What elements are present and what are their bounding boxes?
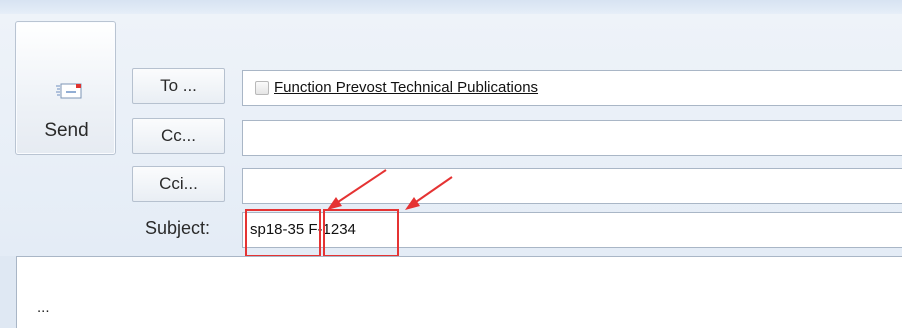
recipient-chip[interactable]: Function Prevost Technical Publications bbox=[255, 79, 538, 96]
recipient-name[interactable]: Function Prevost Technical Publications bbox=[274, 79, 538, 96]
send-label: Send bbox=[44, 120, 89, 141]
window-top-strip bbox=[0, 0, 902, 15]
cc-button[interactable]: Cc... bbox=[132, 118, 225, 154]
contact-card-icon bbox=[255, 80, 269, 95]
envelope-send-icon bbox=[56, 80, 82, 105]
to-button[interactable]: To ... bbox=[132, 68, 225, 104]
highlight-box-sp18-35 bbox=[245, 209, 321, 257]
bcc-field[interactable] bbox=[242, 168, 902, 204]
highlight-box-f-1234 bbox=[323, 209, 399, 257]
body-text: ... bbox=[37, 299, 50, 316]
to-field[interactable]: Function Prevost Technical Publications bbox=[242, 70, 902, 106]
bcc-button[interactable]: Cci... bbox=[132, 166, 225, 202]
message-body[interactable]: ... bbox=[16, 256, 902, 328]
send-button[interactable]: Send bbox=[15, 21, 116, 155]
cc-field[interactable] bbox=[242, 120, 902, 156]
subject-label: Subject: bbox=[145, 218, 211, 238]
